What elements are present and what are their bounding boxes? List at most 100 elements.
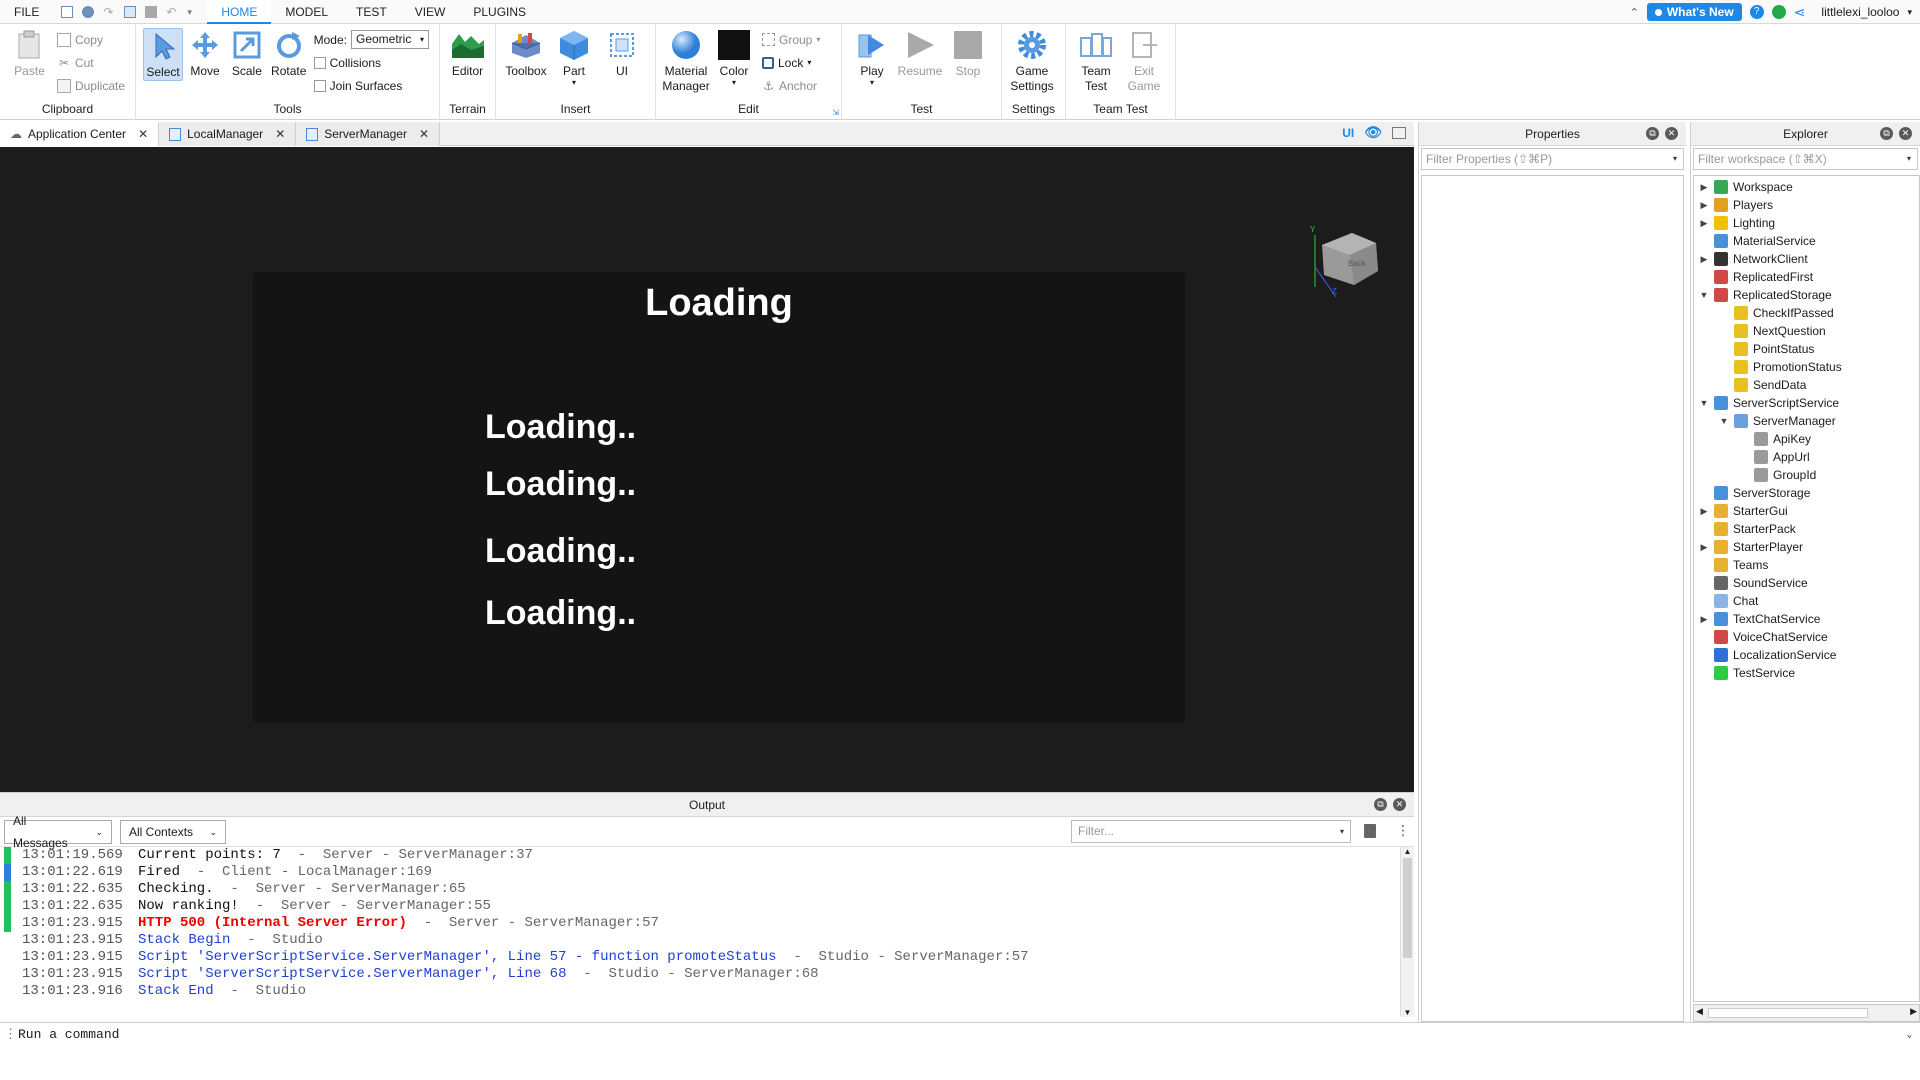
expand-arrow-icon[interactable]: ▶ — [1698, 506, 1710, 517]
toolbox-button[interactable]: Toolbox — [503, 28, 549, 79]
game-settings-button[interactable]: Game Settings — [1009, 28, 1055, 94]
close-icon[interactable]: ✕ — [1899, 127, 1912, 140]
resume-button[interactable]: Resume — [897, 28, 943, 79]
play-dropdown-icon[interactable]: ▾ — [870, 79, 874, 87]
play-button[interactable]: Play ▾ — [849, 28, 895, 87]
part-dropdown-icon[interactable]: ▾ — [572, 79, 576, 87]
move-button[interactable]: Move — [185, 28, 225, 79]
group-dropdown-icon[interactable]: ▾ — [816, 35, 820, 44]
expand-arrow-icon[interactable]: ▶ — [1698, 614, 1710, 625]
command-bar[interactable]: ⋮ Run a command ⌄ — [0, 1022, 1920, 1048]
close-icon[interactable]: ✕ — [138, 127, 148, 141]
explorer-item-startergui[interactable]: ▶ StarterGui — [1694, 502, 1919, 520]
explorer-item-replicatedfirst[interactable]: ReplicatedFirst — [1694, 268, 1919, 286]
explorer-item-checkifpassed[interactable]: CheckIfPassed — [1694, 304, 1919, 322]
join-surfaces-checkbox[interactable] — [313, 79, 326, 92]
log-row[interactable]: 13:01:22.635 Checking. - Server - ServerM… — [0, 881, 1400, 898]
game-viewport[interactable]: Loading Loading.. Loading.. Loading.. Lo… — [0, 147, 1414, 792]
explorer-item-testservice[interactable]: TestService — [1694, 664, 1919, 682]
status-icon[interactable] — [1771, 5, 1786, 19]
edit-expand-icon[interactable]: ⇲ — [832, 108, 839, 117]
log-row[interactable]: 13:01:23.915 HTTP 500 (Internal Server Er… — [0, 915, 1400, 932]
expand-arrow-icon[interactable]: ▶ — [1698, 542, 1710, 553]
log-row[interactable]: 13:01:23.915 Stack Begin - Studio — [0, 932, 1400, 949]
log-row[interactable]: 13:01:23.915 Script 'ServerScriptService.… — [0, 949, 1400, 966]
explorer-item-servermanager[interactable]: ▼ ServerManager — [1694, 412, 1919, 430]
explorer-filter-input[interactable]: Filter workspace (⇧⌘X) ▾ — [1693, 148, 1918, 170]
explorer-item-localizationservice[interactable]: LocalizationService — [1694, 646, 1919, 664]
explorer-item-serverstorage[interactable]: ServerStorage — [1694, 484, 1919, 502]
undo-icon[interactable]: ↶ — [166, 6, 178, 18]
explorer-item-players[interactable]: ▶ Players — [1694, 196, 1919, 214]
tab-application-center[interactable]: ☁ Application Center ✕ — [0, 122, 160, 146]
chevron-down-icon[interactable]: ⌄ — [1907, 1023, 1912, 1047]
group-button[interactable]: Group ▾ — [762, 30, 820, 49]
layout-icon[interactable] — [1392, 126, 1406, 139]
undock-icon[interactable]: ⧉ — [1646, 127, 1659, 140]
color-dropdown-icon[interactable]: ▾ — [732, 79, 736, 87]
undock-icon[interactable]: ⧉ — [1880, 127, 1893, 140]
material-manager-button[interactable]: Material Manager — [662, 28, 710, 94]
explorer-item-apikey[interactable]: ApiKey — [1694, 430, 1919, 448]
output-filter-input[interactable]: Filter... ▾ — [1071, 820, 1351, 843]
close-icon[interactable]: ✕ — [275, 127, 285, 141]
help-icon[interactable]: ? — [1749, 5, 1764, 19]
stop-icon[interactable] — [145, 5, 158, 18]
expand-arrow-icon[interactable]: ▶ — [1698, 218, 1710, 229]
expand-arrow-icon[interactable]: ▶ — [1698, 182, 1710, 193]
message-filter-dropdown[interactable]: All Messages ⌄ — [4, 814, 112, 850]
cut-button[interactable]: ✂ Cut — [57, 53, 125, 72]
log-row[interactable]: 13:01:23.916 Stack End - Studio — [0, 983, 1400, 1000]
scroll-left-icon[interactable]: ◀ — [1696, 1006, 1703, 1017]
rotate-button[interactable]: Rotate — [269, 28, 309, 79]
undock-icon[interactable]: ⧉ — [1374, 798, 1387, 811]
context-filter-dropdown[interactable]: All Contexts ⌄ — [120, 819, 226, 844]
color-button[interactable]: Color ▾ — [711, 28, 757, 87]
username[interactable]: littlelexi_looloo — [1821, 5, 1899, 19]
menu-home[interactable]: HOME — [207, 0, 272, 24]
explorer-item-textchatservice[interactable]: ▶ TextChatService — [1694, 610, 1919, 628]
explorer-item-replicatedstorage[interactable]: ▼ ReplicatedStorage — [1694, 286, 1919, 304]
customize-dropdown-icon[interactable]: ▾ — [187, 6, 199, 18]
explorer-item-serverscriptservice[interactable]: ▼ ServerScriptService — [1694, 394, 1919, 412]
copy-button[interactable]: Copy — [56, 30, 125, 49]
explorer-item-promotionstatus[interactable]: PromotionStatus — [1694, 358, 1919, 376]
share-icon[interactable]: ⋖ — [1794, 4, 1806, 21]
eye-icon[interactable]: 👁 — [1364, 124, 1382, 141]
part-button[interactable]: Part ▾ — [551, 28, 597, 87]
log-row[interactable]: 13:01:22.619 Fired - Client - LocalManage… — [0, 864, 1400, 881]
explorer-item-starterpack[interactable]: StarterPack — [1694, 520, 1919, 538]
duplicate-button[interactable]: Duplicate — [56, 76, 125, 95]
exit-game-button[interactable]: Exit Game — [1121, 28, 1167, 94]
join-surfaces-toggle[interactable]: Join Surfaces — [313, 76, 429, 95]
stop-button[interactable]: Stop — [945, 28, 991, 79]
scroll-up-icon[interactable]: ▲ — [1401, 847, 1414, 856]
binoculars-icon[interactable] — [82, 5, 95, 18]
explorer-item-groupid[interactable]: GroupId — [1694, 466, 1919, 484]
redo-icon[interactable]: ↷ — [103, 6, 115, 18]
tab-local-manager[interactable]: LocalManager ✕ — [159, 122, 297, 146]
log-row[interactable]: 13:01:23.915 Script 'ServerScriptService.… — [0, 966, 1400, 983]
close-icon[interactable]: ✕ — [1393, 798, 1406, 811]
menu-view[interactable]: VIEW — [401, 0, 460, 24]
explorer-horizontal-scrollbar[interactable]: ◀ ▶ — [1693, 1004, 1920, 1022]
explorer-item-lighting[interactable]: ▶ Lighting — [1694, 214, 1919, 232]
lock-dropdown-icon[interactable]: ▾ — [807, 58, 811, 67]
select-button[interactable]: Select — [143, 28, 184, 81]
team-test-button[interactable]: Team Test — [1073, 28, 1119, 94]
properties-filter-input[interactable]: Filter Properties (⇧⌘P) ▾ — [1421, 148, 1684, 170]
explorer-item-appurl[interactable]: AppUrl — [1694, 448, 1919, 466]
expand-arrow-icon[interactable]: ▶ — [1698, 254, 1710, 265]
expand-arrow-icon[interactable]: ▼ — [1718, 416, 1730, 426]
menu-plugins[interactable]: PLUGINS — [459, 0, 540, 24]
anchor-button[interactable]: ⚓ Anchor — [762, 76, 820, 95]
whats-new-button[interactable]: What's New — [1646, 3, 1742, 21]
scroll-thumb[interactable] — [1403, 858, 1412, 958]
scroll-thumb[interactable] — [1708, 1008, 1868, 1018]
explorer-item-workspace[interactable]: ▶ Workspace — [1694, 178, 1919, 196]
explorer-item-voicechatservice[interactable]: VoiceChatService — [1694, 628, 1919, 646]
scroll-down-icon[interactable]: ▼ — [1401, 1008, 1414, 1017]
menu-model[interactable]: MODEL — [271, 0, 342, 24]
collisions-toggle[interactable]: Collisions — [313, 53, 429, 72]
new-file-icon[interactable] — [61, 5, 74, 18]
